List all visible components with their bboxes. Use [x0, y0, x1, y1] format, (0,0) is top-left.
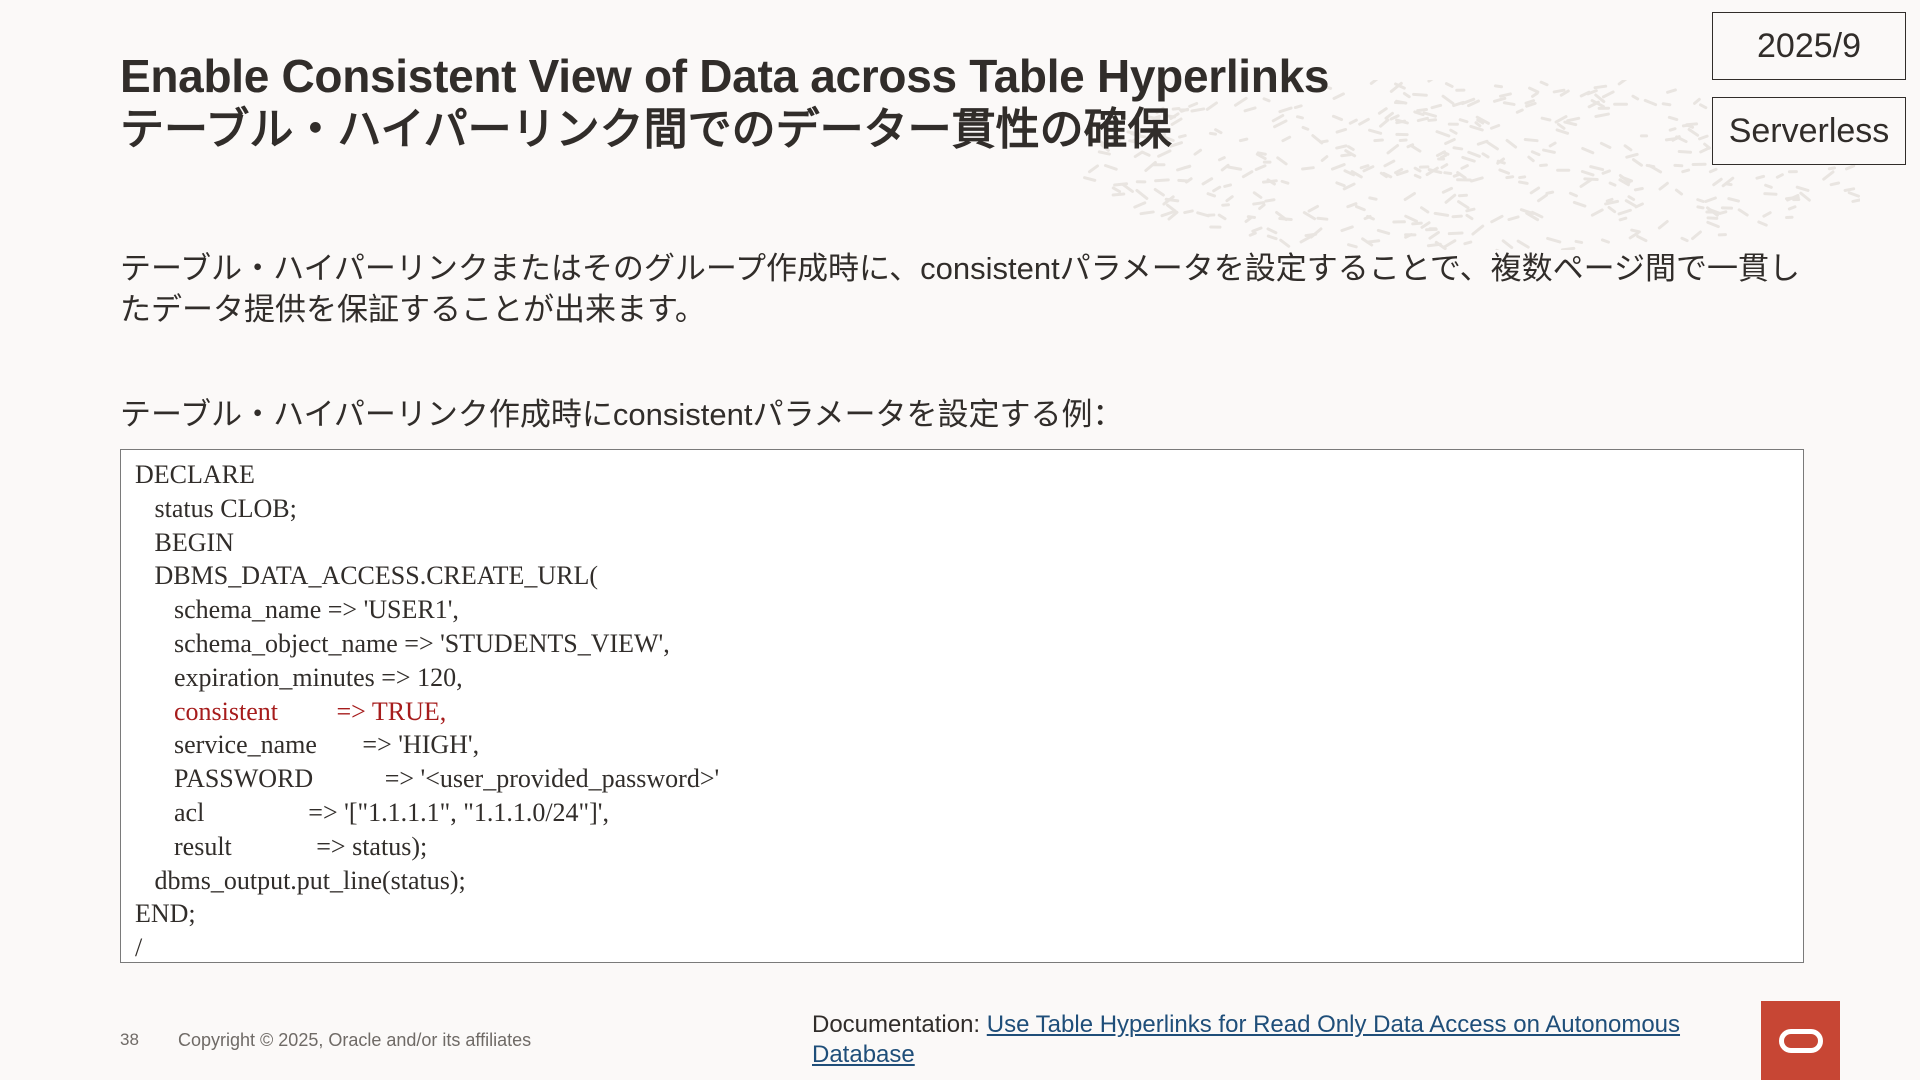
example-label: テーブル・ハイパーリンク作成時にconsistentパラメータを設定する例： — [120, 397, 1124, 432]
code-line: acl => '["1.1.1.1", "1.1.1.0/24"]', — [135, 797, 609, 827]
title-japanese: テーブル・ハイパーリンク間でのデーター貫性の確保 — [120, 105, 1172, 154]
code-line: schema_object_name => 'STUDENTS_VIEW', — [135, 628, 670, 658]
page-number: 38 — [120, 1030, 139, 1049]
code-line: BEGIN — [135, 527, 234, 557]
code-line: status CLOB; — [135, 493, 297, 523]
code-line: dbms_output.put_line(status); — [135, 865, 466, 895]
code-line: result => status); — [135, 831, 428, 861]
slide-title: Enable Consistent View of Data across Ta… — [120, 48, 1329, 156]
code-line: expiration_minutes => 120, — [135, 662, 463, 692]
oracle-logo-icon — [1761, 1001, 1840, 1080]
service-badge: Serverless — [1712, 97, 1906, 165]
code-line: PASSWORD => '<user_provided_password>' — [135, 764, 720, 794]
date-badge: 2025/9 — [1712, 12, 1906, 80]
code-line: END; — [135, 899, 196, 929]
code-line: service_name => 'HIGH', — [135, 730, 480, 760]
documentation-reference: Documentation: Use Table Hyperlinks for … — [812, 1010, 1712, 1070]
code-line: schema_name => 'USER1', — [135, 595, 459, 625]
code-line: / — [135, 933, 143, 963]
code-line: consistent => TRUE, — [135, 696, 447, 726]
description-text: テーブル・ハイパーリンクまたはそのグループ作成時に、consistentパラメー… — [120, 251, 1800, 327]
code-line: DBMS_DATA_ACCESS.CREATE_URL( — [135, 561, 599, 591]
code-line: DECLARE — [135, 460, 255, 489]
documentation-prefix: Documentation: — [812, 1011, 987, 1038]
title-english: Enable Consistent View of Data across Ta… — [120, 50, 1330, 102]
oracle-ring-icon — [1778, 1028, 1823, 1053]
copyright-text: Copyright © 2025, Oracle and/or its affi… — [178, 1030, 532, 1050]
code-block: DECLARE status CLOB; BEGIN DBMS_DATA_ACC… — [120, 449, 1804, 963]
